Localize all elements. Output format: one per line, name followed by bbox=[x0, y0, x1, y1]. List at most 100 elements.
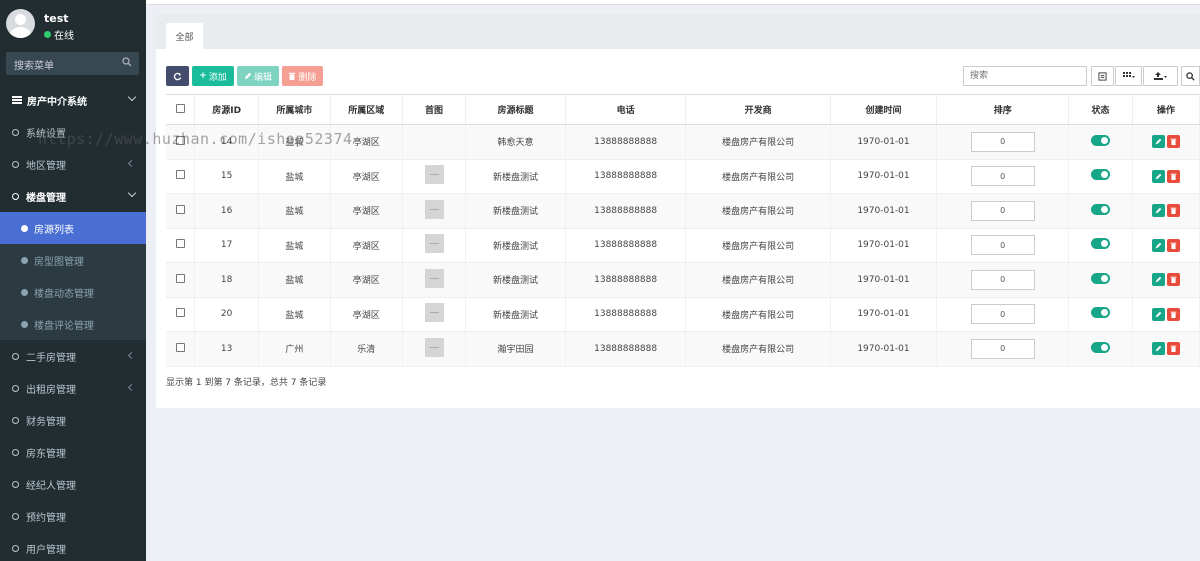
search-toggle-button[interactable] bbox=[1181, 66, 1200, 86]
row-delete-button[interactable] bbox=[1166, 238, 1180, 252]
sidebar-subitem-news[interactable]: 楼盘动态管理 bbox=[0, 276, 146, 308]
row-edit-button[interactable] bbox=[1151, 204, 1165, 218]
edit-button[interactable]: 编辑 bbox=[237, 66, 279, 86]
sidebar-item-rental[interactable]: 出租房管理 bbox=[0, 372, 146, 404]
row-checkbox[interactable] bbox=[175, 342, 185, 352]
watermark: https://www.huzhan.com/ishop52374 bbox=[38, 130, 353, 148]
column-header[interactable]: 所属城市 bbox=[258, 94, 331, 125]
cell-title: 新楼盘测试 bbox=[465, 193, 566, 229]
column-header[interactable]: 电话 bbox=[565, 94, 687, 125]
row-delete-button[interactable] bbox=[1166, 273, 1180, 287]
sidebar-item-finance[interactable]: 财务管理 bbox=[0, 404, 146, 436]
dot-icon bbox=[21, 224, 28, 232]
export-button[interactable] bbox=[1143, 66, 1178, 86]
cell-area: 亭湖区 bbox=[330, 297, 403, 332]
cell-city: 盐城 bbox=[258, 159, 331, 194]
cell-developer: 楼盘房产有限公司 bbox=[685, 159, 831, 194]
cell-actions bbox=[1132, 193, 1200, 229]
sidebar-item-landlord[interactable]: 房东管理 bbox=[0, 436, 146, 468]
row-delete-button[interactable] bbox=[1166, 135, 1180, 149]
delete-button[interactable]: 删除 bbox=[282, 66, 323, 86]
sort-input[interactable]: 0 bbox=[970, 304, 1035, 325]
trash-icon bbox=[1170, 345, 1177, 353]
cell-date: 1970-01-01 bbox=[830, 159, 937, 194]
table-row[interactable]: 16 盐城 亭湖区 新楼盘测试 13888888888 楼盘房产有限公司 1970-01-0… bbox=[166, 193, 1200, 229]
column-header[interactable]: 排序 bbox=[936, 94, 1070, 125]
cell-area: 乐清 bbox=[330, 331, 403, 367]
row-delete-button[interactable] bbox=[1166, 342, 1180, 356]
table-row[interactable]: 20 盐城 亭湖区 新楼盘测试 13888888888 楼盘房产有限公司 1970-01-0… bbox=[166, 297, 1200, 332]
select-all-checkbox[interactable] bbox=[175, 103, 185, 113]
row-delete-button[interactable] bbox=[1166, 204, 1180, 218]
refresh-button[interactable] bbox=[166, 66, 189, 86]
column-header[interactable]: 首图 bbox=[402, 94, 467, 125]
sidebar-item-property[interactable]: 楼盘管理 bbox=[0, 180, 146, 212]
table-search-input[interactable] bbox=[964, 67, 1086, 85]
row-checkbox[interactable] bbox=[175, 204, 185, 214]
column-header[interactable]: 房源标题 bbox=[465, 94, 566, 125]
row-checkbox[interactable] bbox=[175, 308, 185, 318]
cell-developer: 楼盘房产有限公司 bbox=[685, 262, 831, 298]
sort-input[interactable]: 0 bbox=[970, 131, 1035, 152]
row-edit-button[interactable] bbox=[1151, 238, 1165, 252]
pagination-summary: 显示第 1 到第 7 条记录，总共 7 条记录 bbox=[166, 378, 327, 388]
add-button[interactable]: + 添加 bbox=[192, 66, 234, 86]
row-checkbox[interactable] bbox=[175, 239, 185, 249]
column-header[interactable]: 房源ID bbox=[194, 94, 260, 125]
tab-bar: 全部 bbox=[156, 14, 1200, 49]
table-search-field[interactable] bbox=[963, 66, 1087, 86]
sort-input[interactable]: 0 bbox=[970, 269, 1035, 290]
column-header[interactable]: 状态 bbox=[1068, 94, 1133, 125]
sidebar-item-users[interactable]: 用户管理 bbox=[0, 532, 146, 561]
cell-image bbox=[402, 159, 467, 194]
column-header[interactable]: 创建时间 bbox=[830, 94, 937, 125]
status-toggle[interactable] bbox=[1091, 238, 1111, 250]
sort-input[interactable]: 0 bbox=[970, 200, 1035, 221]
toggle-view-button[interactable] bbox=[1091, 66, 1114, 86]
column-header[interactable]: 开发商 bbox=[685, 94, 831, 125]
sidebar-subitem-floorplans[interactable]: 房型图管理 bbox=[0, 244, 146, 276]
sidebar-item-secondhand[interactable]: 二手房管理 bbox=[0, 340, 146, 372]
tab-all[interactable]: 全部 bbox=[166, 23, 203, 49]
sidebar-item-system[interactable]: 房产中介系统 bbox=[0, 84, 146, 116]
columns-button[interactable] bbox=[1115, 66, 1142, 86]
row-edit-button[interactable] bbox=[1151, 342, 1165, 356]
column-header[interactable]: 操作 bbox=[1132, 94, 1200, 125]
sort-input[interactable]: 0 bbox=[970, 166, 1035, 187]
thumbnail-image bbox=[424, 268, 444, 288]
sidebar-item-label: 地区管理 bbox=[26, 160, 66, 172]
row-delete-button[interactable] bbox=[1166, 169, 1180, 183]
row-delete-button[interactable] bbox=[1166, 307, 1180, 321]
online-dot-icon bbox=[44, 31, 51, 38]
list-icon bbox=[12, 96, 22, 104]
row-edit-button[interactable] bbox=[1151, 273, 1165, 287]
status-toggle[interactable] bbox=[1091, 203, 1111, 215]
status-toggle[interactable] bbox=[1091, 307, 1111, 319]
status-toggle[interactable] bbox=[1091, 134, 1111, 146]
search-icon[interactable] bbox=[122, 57, 132, 67]
row-edit-button[interactable] bbox=[1151, 169, 1165, 183]
table-row[interactable]: 15 盐城 亭湖区 新楼盘测试 13888888888 楼盘房产有限公司 1970-01-0… bbox=[166, 159, 1200, 194]
menu-search-input[interactable]: 搜索菜单 bbox=[6, 52, 139, 75]
sort-input[interactable]: 0 bbox=[970, 338, 1035, 359]
sidebar-item-region[interactable]: 地区管理 bbox=[0, 148, 146, 180]
sidebar-subitem-listings[interactable]: 房源列表 bbox=[0, 212, 146, 244]
row-edit-button[interactable] bbox=[1151, 307, 1165, 321]
table-row[interactable]: 17 盐城 亭湖区 新楼盘测试 13888888888 楼盘房产有限公司 1970-01-0… bbox=[166, 228, 1200, 263]
sort-input[interactable]: 0 bbox=[970, 235, 1035, 256]
sidebar-item-booking[interactable]: 预约管理 bbox=[0, 500, 146, 532]
table-row[interactable]: 18 盐城 亭湖区 新楼盘测试 13888888888 楼盘房产有限公司 1970-01-0… bbox=[166, 262, 1200, 298]
status-toggle[interactable] bbox=[1091, 169, 1111, 181]
sidebar-subitem-comments[interactable]: 楼盘评论管理 bbox=[0, 308, 146, 340]
row-checkbox[interactable] bbox=[175, 273, 185, 283]
row-edit-button[interactable] bbox=[1151, 135, 1165, 149]
row-checkbox[interactable] bbox=[175, 170, 185, 180]
sidebar-item-agent[interactable]: 经纪人管理 bbox=[0, 468, 146, 500]
circle-icon bbox=[12, 512, 19, 520]
status-toggle[interactable] bbox=[1091, 341, 1111, 353]
column-header[interactable]: 所属区域 bbox=[330, 94, 403, 125]
table-row[interactable]: 13 广州 乐清 瀚宇田园 13888888888 楼盘房产有限公司 1970-01-01 0 bbox=[166, 331, 1200, 367]
status-toggle[interactable] bbox=[1091, 272, 1111, 284]
cell-title: 韩愈天意 bbox=[465, 124, 566, 160]
cell-status bbox=[1068, 228, 1133, 263]
